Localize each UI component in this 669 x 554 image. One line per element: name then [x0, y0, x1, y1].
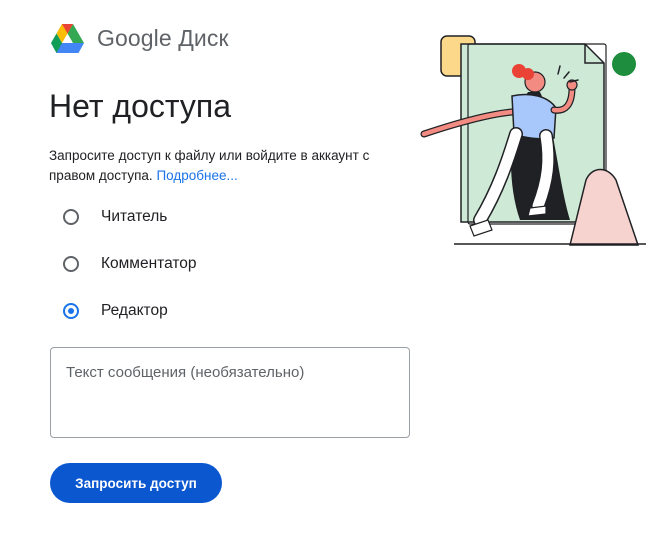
- message-input[interactable]: [50, 347, 410, 438]
- radio-editor[interactable]: [63, 302, 79, 319]
- role-radio-group: Читатель Комментатор Редактор: [63, 193, 197, 334]
- product-name: Google Диск: [97, 25, 229, 51]
- role-option-editor[interactable]: Редактор: [63, 287, 197, 334]
- radio-commenter[interactable]: [63, 255, 79, 272]
- learn-more-link[interactable]: Подробнее...: [156, 168, 237, 183]
- google-drive-logo-icon: [51, 24, 84, 53]
- role-label-commenter: Комментатор: [101, 254, 197, 272]
- drive-logo[interactable]: Google Диск: [51, 24, 229, 53]
- role-label-viewer: Читатель: [101, 207, 168, 225]
- access-denied-illustration: [420, 35, 646, 246]
- role-label-editor: Редактор: [101, 301, 168, 319]
- description: Запросите доступ к файлу или войдите в а…: [49, 146, 409, 186]
- role-option-viewer[interactable]: Читатель: [63, 193, 197, 240]
- radio-viewer[interactable]: [63, 208, 79, 225]
- page-title: Нет доступа: [49, 88, 231, 124]
- role-option-commenter[interactable]: Комментатор: [63, 240, 197, 287]
- request-access-button[interactable]: Запросить доступ: [50, 463, 222, 503]
